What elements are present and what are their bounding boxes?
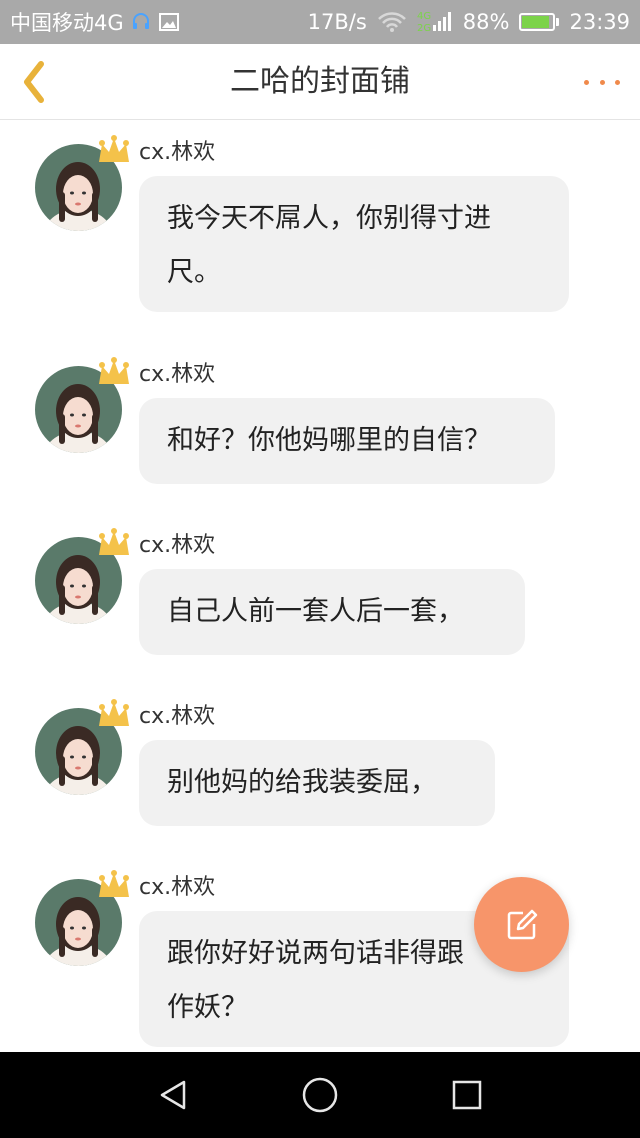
page-title: 二哈的封面铺 <box>230 64 410 99</box>
battery-level-fill <box>522 16 549 28</box>
crown-icon <box>99 699 129 726</box>
message-bubble[interactable]: 自己人前一套人后一套， <box>139 569 525 655</box>
message-bubble[interactable]: 我今天不屌人，你别得寸进 尺。 <box>139 176 569 312</box>
wifi-icon <box>377 11 407 33</box>
compose-button[interactable] <box>474 877 569 972</box>
edit-icon <box>507 909 537 939</box>
signal-icon: 4G 2G <box>417 9 453 35</box>
username: cx.林欢 <box>139 704 216 729</box>
crown-icon <box>99 357 129 384</box>
system-nav-bar <box>0 1052 640 1138</box>
network-badge-top: 4G <box>417 11 431 22</box>
username: cx.林欢 <box>139 362 216 387</box>
message-line: 作妖？ <box>167 992 248 1023</box>
crown-icon <box>99 135 129 162</box>
system-home-button[interactable] <box>290 1065 350 1125</box>
nav-header: 二哈的封面铺 <box>0 44 640 120</box>
message-line: 和好？你他妈哪里的自信？ <box>167 425 491 456</box>
message-bubble[interactable]: 别他妈的给我装委屈， <box>139 740 495 826</box>
more-button[interactable] <box>584 72 620 92</box>
crown-icon <box>99 870 129 897</box>
username: cx.林欢 <box>139 140 216 165</box>
square-recents-icon <box>452 1080 481 1110</box>
more-dots-icon <box>584 79 589 85</box>
message-line: 尺。 <box>167 257 221 288</box>
network-speed: 17B/s <box>307 10 367 34</box>
system-recents-button[interactable] <box>437 1065 497 1125</box>
battery-percent: 88% <box>462 10 510 34</box>
circle-home-icon <box>302 1077 338 1113</box>
username: cx.林欢 <box>139 875 216 900</box>
network-badge-bottom: 2G <box>417 23 431 34</box>
message-line: 自己人前一套人后一套， <box>167 596 464 627</box>
image-icon <box>158 11 180 33</box>
headset-icon <box>130 11 152 33</box>
triangle-back-icon <box>161 1080 186 1110</box>
username: cx.林欢 <box>139 533 216 558</box>
battery-icon <box>519 13 560 31</box>
message-line: 我今天不屌人，你别得寸进 <box>167 203 491 234</box>
system-back-button[interactable] <box>143 1065 203 1125</box>
status-bar: 中国移动4G 17B/s 4G 2G 88% 23:39 <box>0 0 640 44</box>
message-line: 别他妈的给我装委屈， <box>167 767 437 798</box>
crown-icon <box>99 528 129 555</box>
carrier-label: 中国移动4G <box>10 11 124 35</box>
clock: 23:39 <box>569 10 630 34</box>
message-bubble[interactable]: 和好？你他妈哪里的自信？ <box>139 398 555 484</box>
